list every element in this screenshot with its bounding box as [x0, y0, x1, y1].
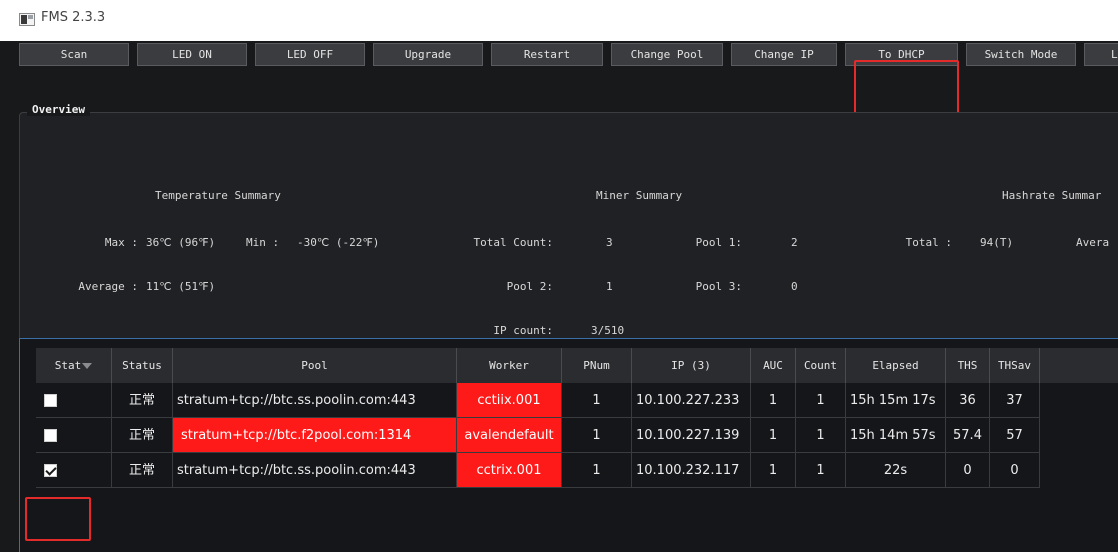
temp-average-label: Average :: [78, 280, 138, 293]
col-count[interactable]: Count: [796, 348, 846, 383]
thsav-cell: 37: [990, 383, 1040, 418]
stat-cell: [36, 453, 112, 488]
title-bar: FMS 2.3.3: [0, 0, 1118, 41]
table-row[interactable]: 正常 stratum+tcp://btc.ss.poolin.com:443 c…: [36, 453, 1118, 488]
stat-cell: [36, 383, 112, 418]
pool-cell: stratum+tcp://btc.f2pool.com:1314: [173, 418, 457, 453]
more-toolbar-button[interactable]: L: [1084, 43, 1118, 66]
table-header: Stat Status Pool Worker PNum IP (3) AUC …: [36, 348, 1118, 383]
pnum-cell: 1: [562, 418, 632, 453]
ths-cell: 36: [946, 383, 990, 418]
table-row[interactable]: 正常 stratum+tcp://btc.f2pool.com:1314 ava…: [36, 418, 1118, 453]
miner-summary-header: Miner Summary: [596, 189, 683, 202]
col-ip[interactable]: IP (3): [632, 348, 751, 383]
hashrate-total-value: 94(T): [980, 236, 1014, 249]
col-stat-label: Stat: [54, 359, 82, 372]
count-cell: 1: [796, 383, 846, 418]
switch-mode-button[interactable]: Switch Mode: [966, 43, 1076, 66]
col-auc[interactable]: AUC: [751, 348, 796, 383]
temp-min-label: Min :: [246, 236, 280, 249]
hashrate-summary-header: Hashrate Summar: [1002, 189, 1102, 202]
pnum-cell: 1: [562, 383, 632, 418]
pool3-value: 0: [791, 280, 798, 293]
to-dhcp-button[interactable]: To DHCP: [845, 43, 958, 66]
status-cell: 正常: [112, 383, 173, 418]
led-on-button[interactable]: LED ON: [137, 43, 247, 66]
temp-average-value: 11℃ (51℉): [146, 280, 216, 293]
pool3-label: Pool 3:: [695, 280, 742, 293]
ip-cell: 10.100.227.233: [632, 383, 751, 418]
elapsed-cell: 15h 15m 17s: [846, 383, 946, 418]
pool2-label: Pool 2:: [506, 280, 553, 293]
total-count-label: Total Count:: [473, 236, 553, 249]
col-elapsed[interactable]: Elapsed: [846, 348, 946, 383]
pool-cell: stratum+tcp://btc.ss.poolin.com:443: [173, 453, 457, 488]
table-row[interactable]: 正常 stratum+tcp://btc.ss.poolin.com:443 c…: [36, 383, 1118, 418]
col-worker[interactable]: Worker: [457, 348, 562, 383]
row-checkbox-checked[interactable]: [44, 464, 57, 477]
worker-cell: cctiix.001: [457, 383, 562, 418]
hashrate-total-label: Total :: [905, 236, 952, 249]
ip-cell: 10.100.232.117: [632, 453, 751, 488]
change-ip-button[interactable]: Change IP: [731, 43, 837, 66]
total-count-value: 3: [606, 236, 613, 249]
led-off-button[interactable]: LED OFF: [255, 43, 365, 66]
auc-cell: 1: [751, 418, 796, 453]
hashrate-average-label: Avera: [1076, 236, 1110, 249]
temp-min-value: -30℃ (-22℉): [297, 236, 380, 249]
sort-down-icon: [82, 363, 93, 369]
ths-cell: 57.4: [946, 418, 990, 453]
temp-max-value: 36℃ (96℉): [146, 236, 216, 249]
ths-cell: 0: [946, 453, 990, 488]
pool1-value: 2: [791, 236, 798, 249]
restart-button[interactable]: Restart: [491, 43, 603, 66]
row-checkbox[interactable]: [44, 429, 57, 442]
ip-cell: 10.100.227.139: [632, 418, 751, 453]
ip-count-label: IP count:: [493, 324, 553, 337]
overview-title: Overview: [27, 103, 90, 116]
col-pool[interactable]: Pool: [173, 348, 457, 383]
count-cell: 1: [796, 418, 846, 453]
temp-max-label: Max :: [104, 236, 138, 249]
thsav-cell: 0: [990, 453, 1040, 488]
miner-table: Stat Status Pool Worker PNum IP (3) AUC …: [19, 338, 1118, 552]
col-thsav[interactable]: THSav: [990, 348, 1040, 383]
scan-button[interactable]: Scan: [19, 43, 129, 66]
auc-cell: 1: [751, 453, 796, 488]
status-cell: 正常: [112, 418, 173, 453]
auc-cell: 1: [751, 383, 796, 418]
elapsed-cell: 22s: [846, 453, 946, 488]
window-title: FMS 2.3.3: [41, 10, 106, 25]
stat-cell: [36, 418, 112, 453]
pool1-label: Pool 1:: [695, 236, 742, 249]
status-cell: 正常: [112, 453, 173, 488]
ip-count-value: 3/510: [591, 324, 625, 337]
change-pool-button[interactable]: Change Pool: [611, 43, 723, 66]
col-ths[interactable]: THS: [946, 348, 990, 383]
col-stat[interactable]: Stat: [36, 348, 112, 383]
temperature-summary-header: Temperature Summary: [155, 189, 281, 202]
count-cell: 1: [796, 453, 846, 488]
thsav-cell: 57: [990, 418, 1040, 453]
col-status[interactable]: Status: [112, 348, 173, 383]
pnum-cell: 1: [562, 453, 632, 488]
upgrade-button[interactable]: Upgrade: [373, 43, 483, 66]
col-pnum[interactable]: PNum: [562, 348, 632, 383]
worker-cell: avalendefault: [457, 418, 562, 453]
worker-cell: cctrix.001: [457, 453, 562, 488]
pool2-value: 1: [606, 280, 613, 293]
row-checkbox[interactable]: [44, 394, 57, 407]
elapsed-cell: 15h 14m 57s: [846, 418, 946, 453]
pool-cell: stratum+tcp://btc.ss.poolin.com:443: [173, 383, 457, 418]
app-icon: [19, 13, 35, 26]
